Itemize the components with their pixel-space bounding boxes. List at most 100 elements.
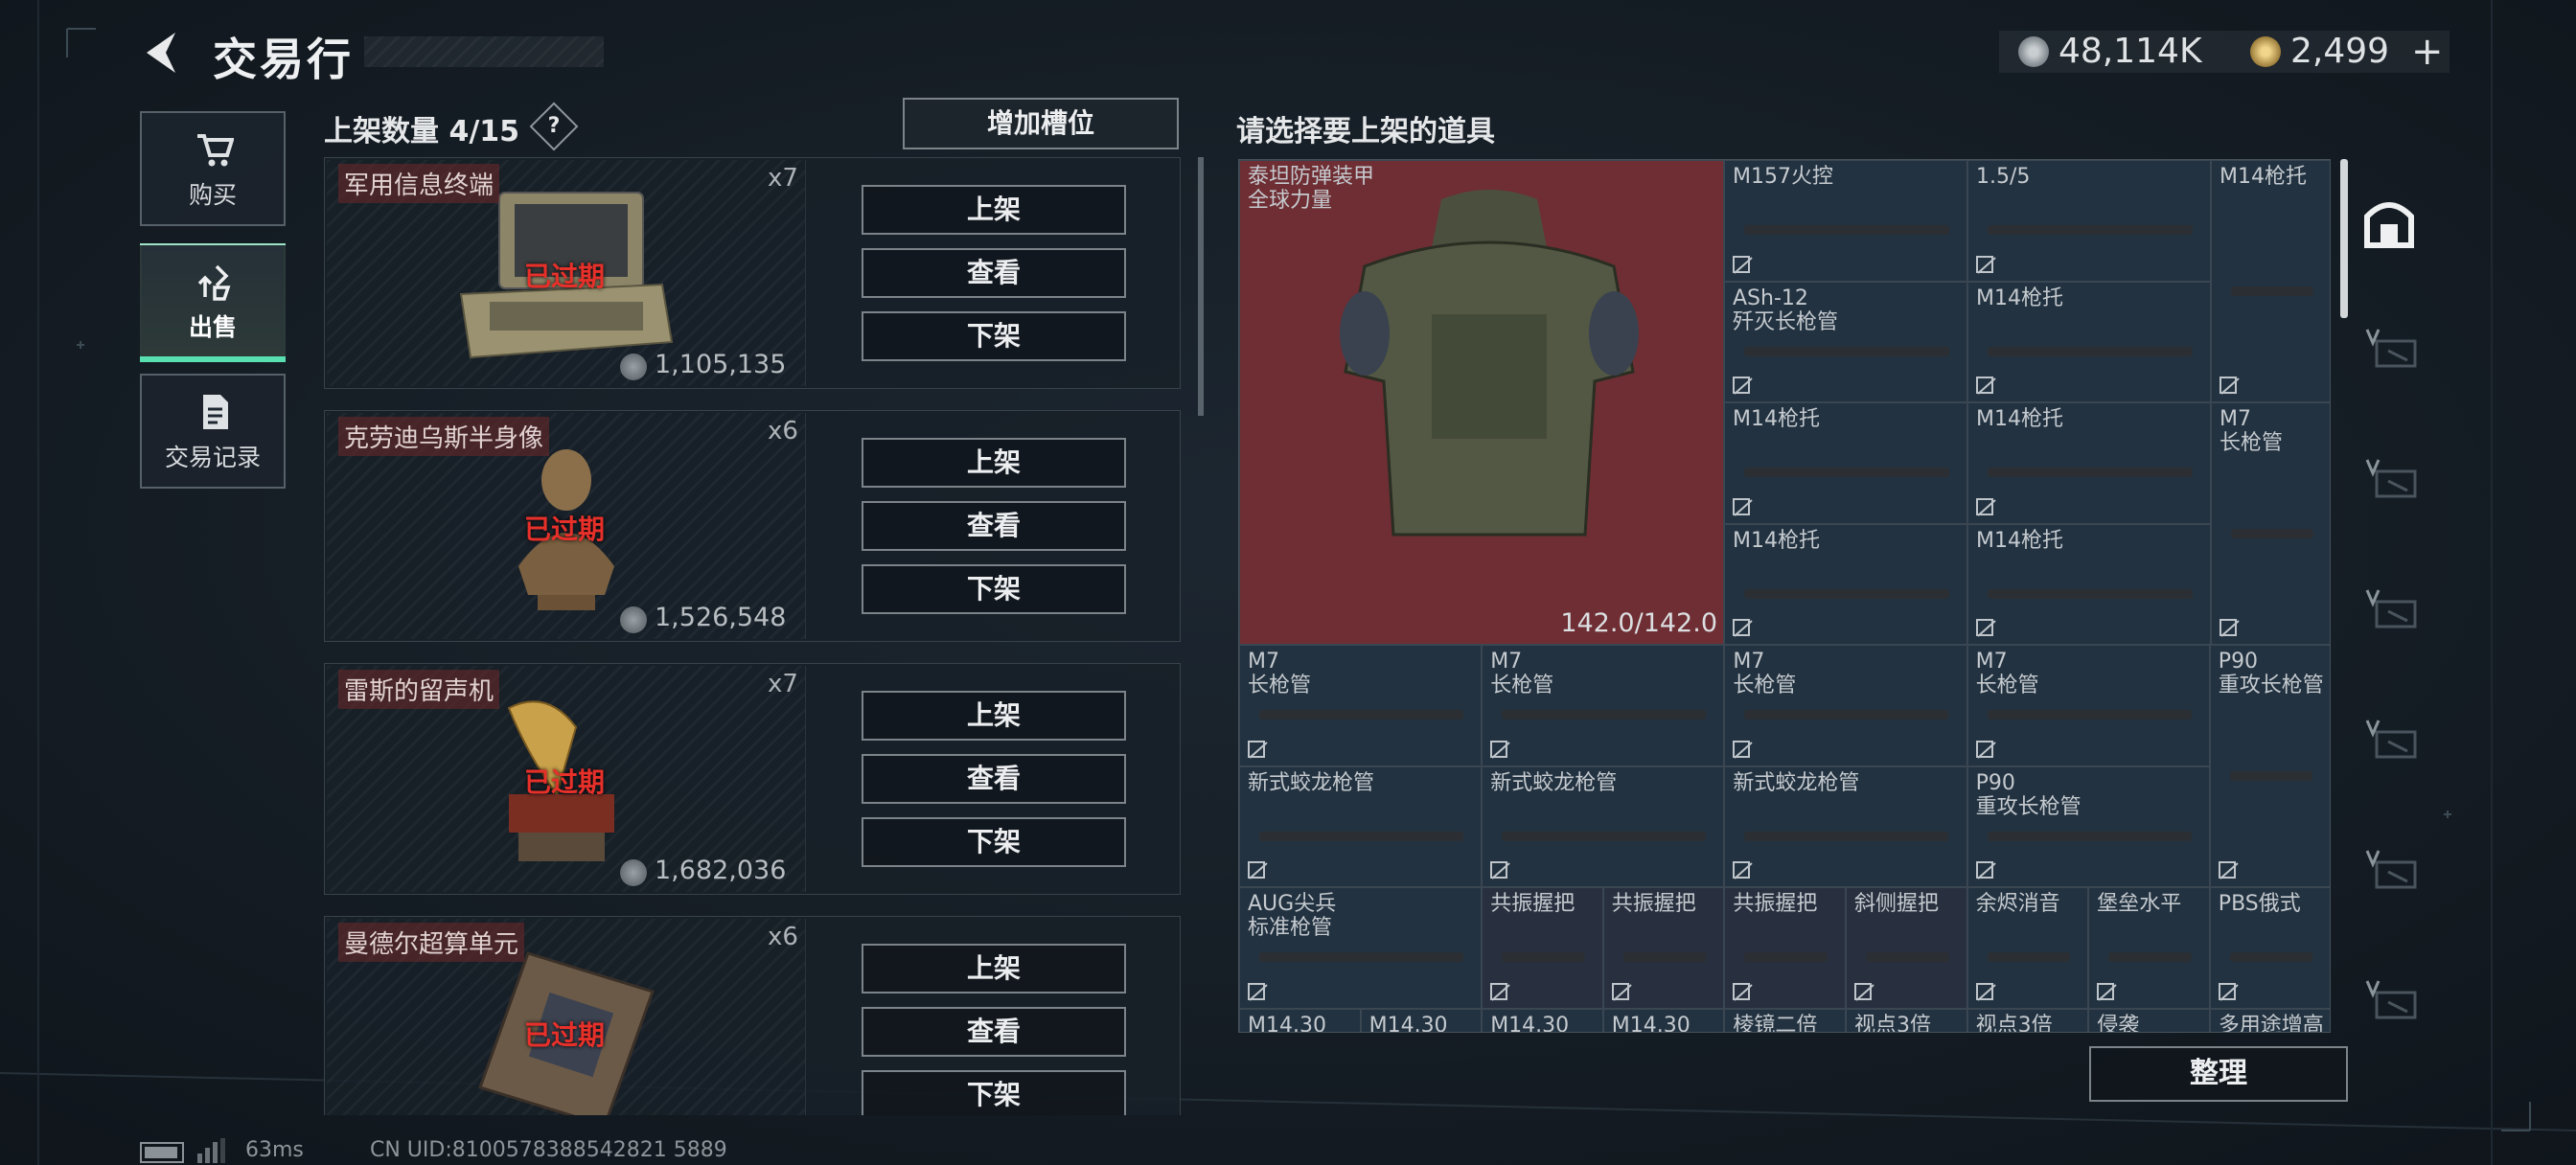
inventory-grid[interactable]: M157火控 1.5/5 M14枪托 ASh-12 歼灭长枪管 M14枪托 M14枪托 M14… [1238, 159, 2331, 1033]
inventory-item[interactable]: AUG尖兵 标准枪管 [1239, 887, 1483, 1009]
weapon-part-icon [1987, 831, 2192, 841]
inventory-item[interactable]: P90 重攻长枪管 [1966, 765, 2210, 887]
filter-slot-icon[interactable] [2363, 977, 2421, 1025]
inventory-item[interactable]: M157火控 [1724, 160, 1967, 282]
inventory-item[interactable]: 共振握把 [1602, 887, 1725, 1009]
back-arrow-icon[interactable] [139, 29, 183, 77]
delist-button[interactable]: 下架 [862, 817, 1126, 867]
view-button[interactable]: 查看 [862, 1007, 1126, 1057]
filter-slot-icon[interactable] [2363, 326, 2421, 374]
view-button[interactable]: 查看 [862, 248, 1126, 298]
item-image-area: 军用信息终端 x7 已过期 1,105,135 [327, 160, 806, 386]
unbound-item-icon [1248, 740, 1268, 759]
inventory-item[interactable]: M14.30 [1602, 1008, 1725, 1033]
delist-button[interactable]: 下架 [862, 1070, 1126, 1115]
inventory-item[interactable]: 1.5/5 [1967, 160, 2211, 282]
inventory-item[interactable]: M7 长枪管 [1966, 645, 2210, 766]
inventory-item[interactable]: 余烬消音 [1966, 887, 2089, 1009]
inventory-item[interactable]: 新式蛟龙枪管 [1239, 765, 1483, 887]
listing-card: 曼德尔超算单元 x6 已过期 上架 查看 下架 [324, 916, 1181, 1115]
item-name: M14.30 [1490, 1013, 1570, 1033]
view-button[interactable]: 查看 [862, 754, 1126, 804]
unbound-item-icon [2097, 982, 2117, 1001]
list-button[interactable]: 上架 [862, 185, 1126, 235]
unbound-item-icon [1733, 740, 1754, 759]
inventory-item[interactable]: 视点3倍 [1966, 1008, 2089, 1032]
list-button[interactable]: 上架 [862, 944, 1126, 994]
delist-button[interactable]: 下架 [862, 564, 1126, 614]
inventory-item[interactable]: 斜侧握把 [1846, 887, 1967, 1009]
inventory-item[interactable]: 共振握把 [1724, 887, 1846, 1009]
inventory-item[interactable]: M14.30 [1482, 1008, 1603, 1033]
nav-trade-history-label: 交易记录 [164, 444, 261, 471]
inventory-item[interactable]: ASh-12 歼灭长枪管 [1724, 281, 1967, 402]
inventory-item-armor[interactable]: 泰坦防弹装甲 全球力量 142.0/142.0 [1239, 160, 1724, 645]
inventory-item[interactable]: M7 长枪管 [2211, 402, 2330, 645]
inventory-item[interactable]: M14枪托 [1724, 523, 1967, 645]
item-name: M14.30 [1248, 1013, 1326, 1033]
unbound-item-icon [1976, 497, 1996, 516]
add-slot-button[interactable]: 增加槽位 [903, 98, 1179, 149]
inventory-item[interactable]: 多用途增高 [2209, 1008, 2330, 1032]
inventory-item[interactable]: M14.30 [1239, 1008, 1361, 1033]
inventory-item[interactable]: 新式蛟龙枪管 [1724, 765, 1967, 887]
inventory-item[interactable]: M14枪托 [1724, 402, 1967, 524]
inventory-item[interactable]: M14枪托 [1967, 402, 2211, 524]
inventory-item[interactable]: P90 重攻长枪管 [2209, 645, 2330, 887]
inventory-item[interactable]: 侵袭 [2088, 1008, 2210, 1032]
inventory-item[interactable]: M14枪托 [2211, 160, 2330, 402]
unbound-item-icon [1854, 982, 1874, 1001]
signal-icon [197, 1138, 225, 1163]
inventory-item[interactable]: M14.30 [1360, 1008, 1483, 1032]
filter-slot-icon[interactable] [2363, 586, 2421, 634]
item-name: 共振握把 [1490, 892, 1576, 916]
help-symbol: ? [547, 114, 561, 138]
weapon-part-icon [2108, 952, 2192, 963]
inventory-item[interactable]: M7 长枪管 [1724, 645, 1967, 766]
listing-list[interactable]: 军用信息终端 x7 已过期 1,105,135 上架 查看 下架 克劳迪乌斯半身… [324, 157, 1186, 1115]
nav-buy[interactable]: 购买 [140, 111, 286, 226]
body-armor-icon [1340, 190, 1639, 537]
add-currency-button[interactable]: + [2411, 31, 2444, 73]
inventory-item[interactable]: M7 长枪管 [1239, 645, 1483, 766]
listing-card: 军用信息终端 x7 已过期 1,105,135 上架 查看 下架 [324, 157, 1181, 389]
item-name: AUG尖兵 标准枪管 [1248, 892, 1337, 940]
filter-slot-icon[interactable] [2363, 847, 2421, 895]
inventory-item[interactable]: M14枪托 [1967, 281, 2211, 402]
inventory-item[interactable]: M7 长枪管 [1482, 645, 1725, 766]
list-button[interactable]: 上架 [862, 691, 1126, 741]
inventory-scrollbar[interactable] [2340, 159, 2348, 318]
item-name: PBS俄式 [2218, 892, 2301, 916]
nav-sell[interactable]: 出售 [140, 243, 286, 362]
listing-scrollbar[interactable] [1198, 157, 1204, 416]
unbound-item-icon [2218, 861, 2239, 879]
weapon-part-icon [1259, 831, 1464, 841]
expired-label: 已过期 [524, 261, 606, 292]
weapon-part-icon [1987, 710, 2192, 720]
unbound-item-icon [1975, 861, 1996, 879]
item-name: P90 重攻长枪管 [1975, 770, 2082, 819]
inventory-item[interactable]: 视点3倍 [1846, 1008, 1967, 1032]
item-name: M14.30 [1611, 1013, 1690, 1033]
inventory-item[interactable]: 棱镜二倍 [1724, 1008, 1846, 1032]
filter-slot-icon[interactable] [2363, 717, 2421, 765]
inventory-item[interactable]: 堡垒水平 [2088, 887, 2210, 1009]
item-name: M7 长枪管 [1248, 650, 1312, 697]
item-price: 1,682,036 [655, 856, 787, 885]
storage-icon[interactable] [2358, 192, 2421, 255]
nav-trade-history[interactable]: 交易记录 [140, 374, 286, 489]
inventory-item[interactable]: 共振握把 [1482, 887, 1603, 1009]
item-image-area: 雷斯的留声机 x7 已过期 1,682,036 [327, 666, 806, 892]
currency-bar: 48,114K 2,499 + [1999, 31, 2450, 73]
list-button[interactable]: 上架 [862, 438, 1126, 488]
unbound-item-icon [1733, 497, 1753, 516]
filter-slot-icon[interactable] [2363, 456, 2421, 504]
tidy-button[interactable]: 整理 [2089, 1046, 2348, 1102]
inventory-item[interactable]: 新式蛟龙枪管 [1482, 765, 1725, 887]
view-button[interactable]: 查看 [862, 501, 1126, 551]
inventory-item[interactable]: PBS俄式 [2209, 887, 2330, 1009]
gold-coin-icon [2250, 36, 2281, 67]
active-indicator [140, 356, 286, 362]
inventory-item[interactable]: M14枪托 [1967, 523, 2211, 645]
delist-button[interactable]: 下架 [862, 311, 1126, 361]
